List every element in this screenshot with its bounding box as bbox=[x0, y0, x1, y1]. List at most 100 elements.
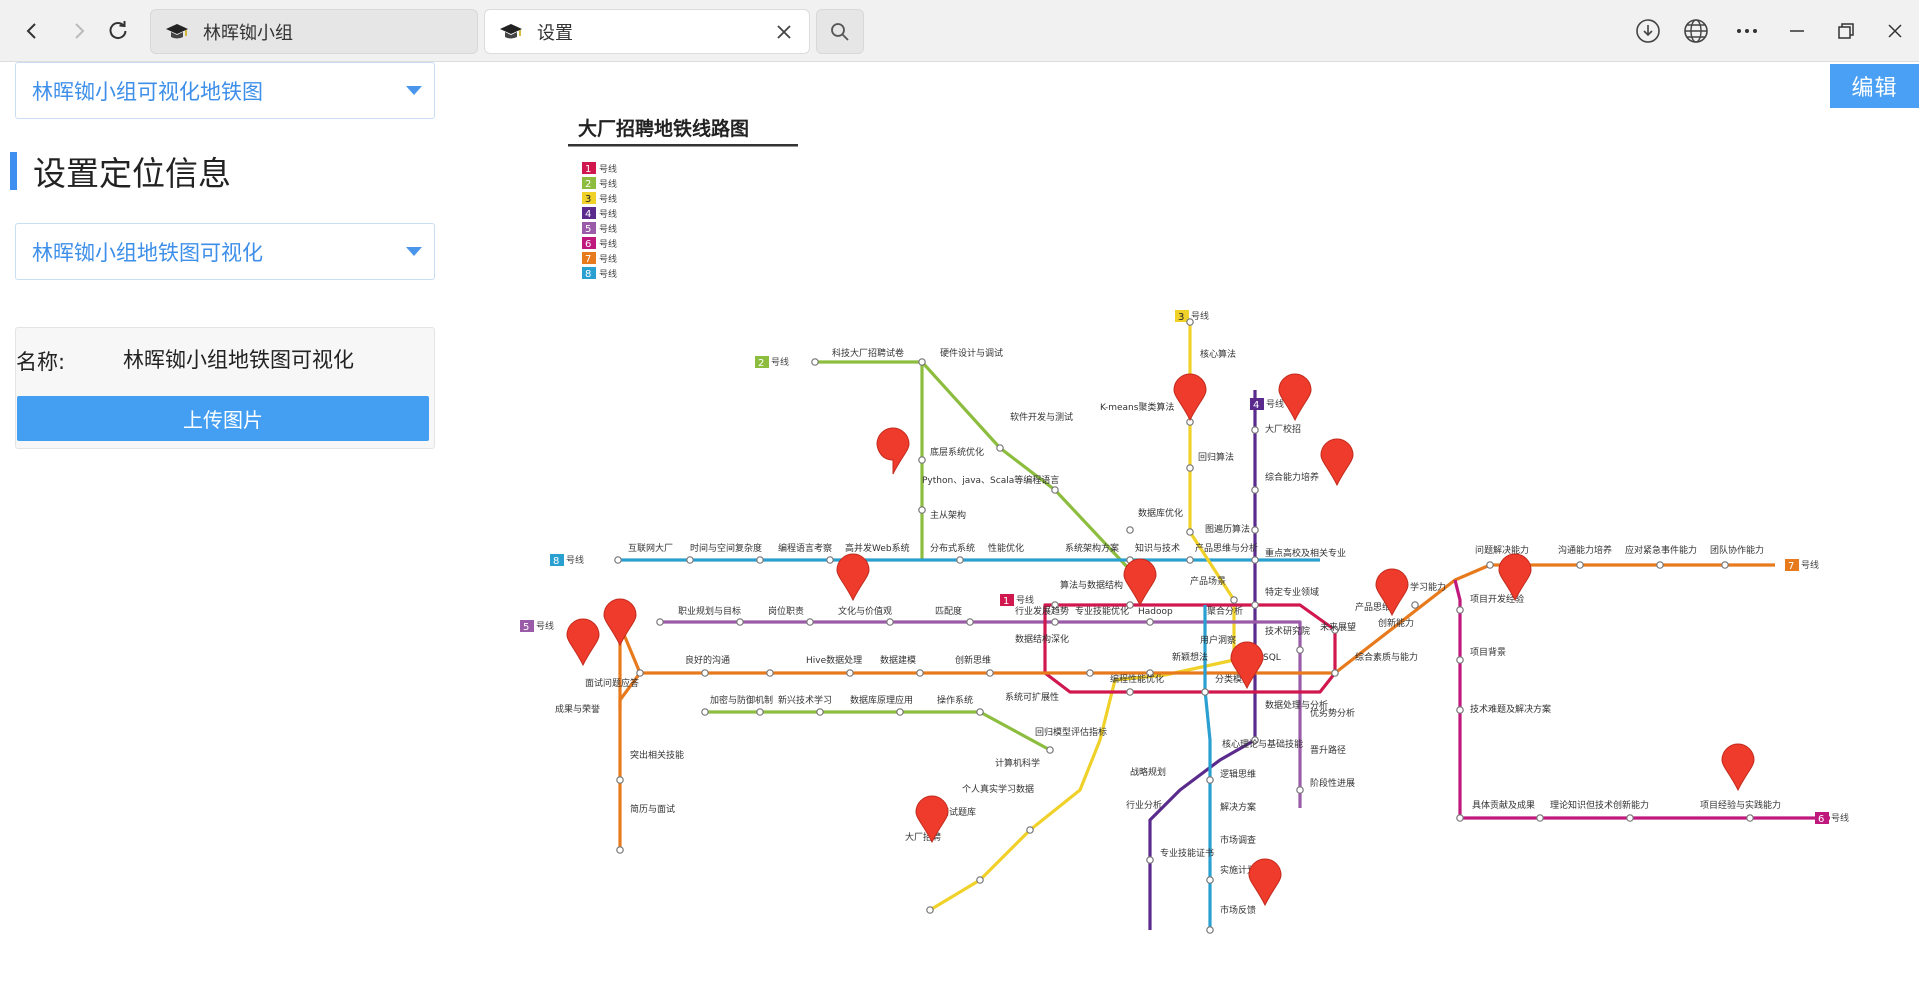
map-pin-icon bbox=[566, 618, 600, 667]
station-label: 科技大厂招聘试卷 bbox=[832, 347, 904, 359]
svg-text:7: 7 bbox=[1788, 561, 1794, 572]
location-select-dropdown[interactable]: 林晖铷小组地铁图可视化 bbox=[15, 223, 435, 280]
station-label: Hadoop bbox=[1138, 607, 1173, 617]
line-2 bbox=[815, 360, 924, 560]
minimize-icon bbox=[1790, 30, 1804, 32]
map-pin-icon bbox=[1498, 553, 1532, 602]
refresh-button[interactable] bbox=[101, 14, 135, 48]
svg-text:4: 4 bbox=[1253, 400, 1259, 411]
upload-image-button[interactable]: 上传图片 bbox=[17, 396, 429, 441]
forward-button[interactable] bbox=[62, 14, 96, 48]
station-label: 匹配度 bbox=[935, 605, 962, 617]
station-label: 应对紧急事件能力 bbox=[1625, 544, 1697, 556]
metro-map[interactable]: 大厂招聘地铁线路图 1 号线 2 号线 3 号线 4 号线 5 号线 6 号线 7 号线 8号… bbox=[510, 100, 1890, 980]
location-pins[interactable] bbox=[566, 373, 1755, 907]
tab-group-page[interactable]: 林晖铷小组 bbox=[150, 9, 478, 54]
station-label: 优劣势分析 bbox=[1310, 707, 1355, 719]
station-label: 数据库优化 bbox=[1138, 507, 1183, 519]
back-button[interactable] bbox=[15, 14, 49, 48]
station-label: 用户洞察 bbox=[1200, 634, 1236, 646]
tab-title: 林晖铷小组 bbox=[203, 22, 293, 44]
map-pin-icon bbox=[1278, 373, 1312, 422]
station-label: 突出相关技能 bbox=[630, 749, 684, 761]
line-2-branch bbox=[920, 360, 1132, 572]
refresh-icon bbox=[109, 21, 127, 40]
station-label: K-means聚类算法 bbox=[1100, 401, 1174, 413]
station-label: 系统架构方案 bbox=[1065, 542, 1119, 554]
station-label: 数据库原理应用 bbox=[850, 694, 913, 706]
station-label: 产品思维与分析 bbox=[1195, 542, 1258, 554]
station-label: 高并发Web系统 bbox=[845, 542, 910, 554]
station-label: 知识与技术 bbox=[1135, 542, 1180, 554]
map-pin-icon bbox=[1123, 558, 1157, 607]
legend-label: 号线 bbox=[599, 208, 617, 220]
station-label: 硬件设计与调试 bbox=[940, 347, 1003, 359]
more-dots-icon bbox=[1737, 29, 1757, 33]
station-label: 回归算法 bbox=[1198, 451, 1234, 463]
search-tab-button[interactable] bbox=[816, 9, 864, 54]
station-label: 个人真实学习数据 bbox=[962, 783, 1034, 795]
badge-suffix: 号线 bbox=[1016, 594, 1034, 606]
line-1 bbox=[1043, 603, 1337, 694]
svg-text:1: 1 bbox=[1003, 596, 1009, 607]
badge-suffix: 号线 bbox=[1266, 398, 1284, 410]
station-label: 互联网大厂 bbox=[628, 542, 673, 554]
close-window-button[interactable] bbox=[1878, 14, 1912, 48]
station-label: 项目背景 bbox=[1470, 646, 1506, 658]
legend-label: 号线 bbox=[599, 268, 617, 280]
tab-settings[interactable]: 设置 bbox=[484, 9, 810, 54]
badge-suffix: 号线 bbox=[771, 356, 789, 368]
legend-num: 1 bbox=[585, 164, 591, 175]
station-label: Python、java、Scala等编程语言 bbox=[922, 474, 1059, 486]
map-select-dropdown[interactable]: 林晖铷小组可视化地铁图 bbox=[15, 62, 435, 119]
station-label: 解决方案 bbox=[1220, 801, 1256, 813]
station-label: 行业发展趋势 bbox=[1015, 605, 1069, 617]
legend-num: 8 bbox=[585, 269, 591, 280]
close-icon bbox=[1888, 24, 1902, 38]
station-label: 新兴技术学习 bbox=[778, 694, 832, 706]
station-label: 产品场景 bbox=[1190, 575, 1226, 587]
map-pin-icon bbox=[1320, 438, 1354, 487]
station-label: 综合素质与能力 bbox=[1355, 651, 1418, 663]
station-label: 沟通能力培养 bbox=[1558, 544, 1612, 556]
globe-icon bbox=[1684, 19, 1708, 43]
station-label: 软件开发与测试 bbox=[1010, 411, 1073, 423]
map-title: 大厂招聘地铁线路图 bbox=[578, 117, 749, 140]
legend-label: 号线 bbox=[599, 178, 617, 190]
search-icon bbox=[831, 22, 849, 41]
station-label: 新颖想法 bbox=[1172, 651, 1208, 663]
location-info-card: 名称: 林晖铷小组地铁图可视化 上传图片 bbox=[15, 327, 435, 449]
map-pin-icon bbox=[1248, 858, 1282, 907]
station-label: 底层系统优化 bbox=[930, 446, 984, 458]
station-label: 面试问题应答 bbox=[585, 677, 639, 689]
close-icon[interactable] bbox=[773, 21, 795, 43]
browser-toolbar: 林晖铷小组 设置 bbox=[0, 0, 1919, 62]
legend-num: 7 bbox=[585, 254, 591, 265]
restore-button[interactable] bbox=[1829, 14, 1863, 48]
legend-label: 号线 bbox=[599, 238, 617, 250]
station-label: 技术难题及解决方案 bbox=[1470, 703, 1551, 715]
station-label: 岗位职责 bbox=[768, 605, 804, 617]
station-label: 主从架构 bbox=[930, 509, 966, 521]
station-label: 项目经验与实践能力 bbox=[1700, 799, 1781, 811]
station-label: 聚合分析 bbox=[1207, 605, 1243, 617]
title-underline bbox=[568, 144, 798, 147]
download-button[interactable] bbox=[1631, 14, 1665, 48]
station-label: 职业规划与目标 bbox=[678, 605, 741, 617]
location-select-value: 林晖铷小组地铁图可视化 bbox=[32, 240, 263, 265]
name-label: 名称: bbox=[16, 350, 66, 374]
map-pin-icon bbox=[1173, 373, 1207, 422]
minimize-button[interactable] bbox=[1780, 14, 1814, 48]
station-label: 回归模型评估指标 bbox=[1035, 726, 1107, 738]
legend-label: 号线 bbox=[599, 253, 617, 265]
download-icon bbox=[1636, 19, 1660, 43]
restore-window-icon bbox=[1838, 23, 1854, 39]
station-label: 核心理论与基础技能 bbox=[1222, 738, 1303, 750]
station-label: 逻辑思维 bbox=[1220, 768, 1256, 780]
globe-button[interactable] bbox=[1679, 14, 1713, 48]
more-menu-button[interactable] bbox=[1730, 14, 1764, 48]
station-label: 核心算法 bbox=[1200, 348, 1236, 360]
station-label: 编程语言考察 bbox=[778, 542, 832, 554]
station-label: 问题解决能力 bbox=[1475, 544, 1529, 556]
station-label: 市场反馈 bbox=[1220, 904, 1256, 916]
